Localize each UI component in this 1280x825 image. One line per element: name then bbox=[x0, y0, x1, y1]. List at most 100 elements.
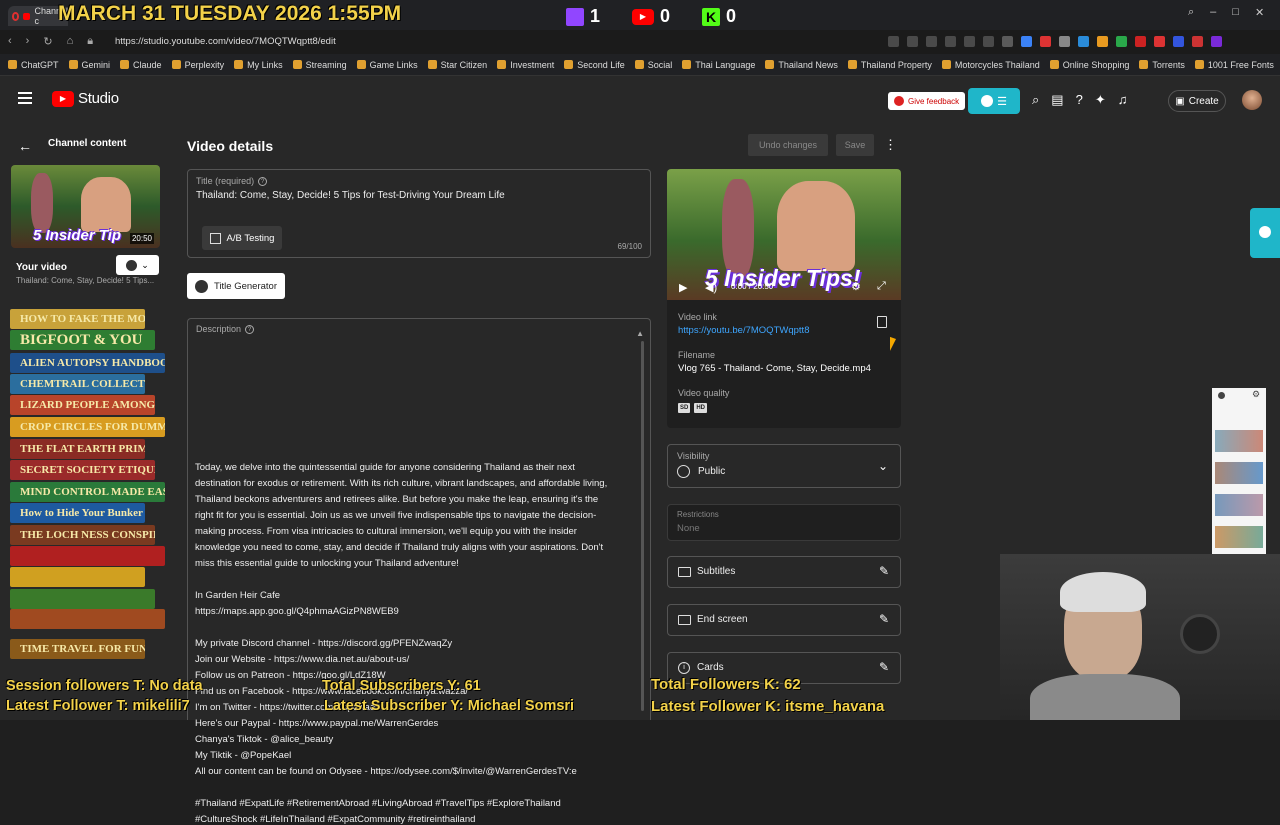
give-feedback-button[interactable]: Give feedback bbox=[888, 92, 966, 110]
extension-toggle-button[interactable]: ☰ bbox=[968, 88, 1020, 114]
sidebar-extension-dropdown[interactable]: ⌄ bbox=[116, 255, 159, 275]
bookmark-item[interactable]: Thailand Property bbox=[847, 60, 932, 70]
side-extension-tab[interactable] bbox=[1250, 208, 1280, 258]
bookmark-item[interactable]: My Links bbox=[234, 60, 283, 70]
bookmark-item[interactable]: Star Citizen bbox=[427, 59, 488, 70]
channel-content-label[interactable]: Channel content bbox=[48, 138, 126, 149]
bookmark-item[interactable]: Investment bbox=[497, 60, 554, 70]
fullscreen-icon[interactable]: ⤢ bbox=[877, 280, 886, 293]
maximize-icon[interactable]: □ bbox=[1232, 6, 1239, 19]
title-generator-button[interactable]: Title Generator bbox=[187, 273, 285, 299]
extension-icon[interactable] bbox=[1097, 36, 1108, 47]
bookmark-item[interactable]: Second Life bbox=[564, 60, 625, 70]
reload-icon[interactable]: ↻ bbox=[43, 35, 52, 48]
help-circle-icon[interactable]: ? bbox=[258, 176, 268, 186]
bookmark-item[interactable]: Claude bbox=[120, 60, 162, 70]
side-thumb[interactable] bbox=[1215, 430, 1263, 452]
bookmark-item[interactable]: Gemini bbox=[68, 60, 110, 70]
studio-logo[interactable]: ▶ Studio bbox=[52, 90, 119, 107]
close-icon[interactable]: ✕ bbox=[1255, 6, 1264, 19]
create-label: Create bbox=[1188, 95, 1219, 107]
extension-icon[interactable] bbox=[983, 36, 994, 47]
help-icon[interactable]: ? bbox=[1076, 92, 1083, 108]
extension-icon[interactable] bbox=[1116, 36, 1127, 47]
restrictions-value: None bbox=[677, 523, 700, 534]
description-label: Description ? bbox=[196, 324, 255, 334]
forward-nav-icon[interactable]: › bbox=[26, 35, 30, 48]
bookmark-item[interactable]: Perplexity bbox=[171, 60, 224, 70]
extension-icon[interactable] bbox=[1059, 36, 1070, 47]
extension-icon[interactable] bbox=[1154, 36, 1165, 47]
bookmark-icon bbox=[1194, 60, 1204, 69]
bookmark-item[interactable]: Thai Language bbox=[682, 60, 755, 70]
edit-pencil-icon[interactable]: ✎ bbox=[879, 660, 889, 674]
back-button[interactable]: ← bbox=[18, 138, 32, 154]
youtube-counter: ▶ 0 bbox=[632, 6, 670, 27]
extension-icon[interactable] bbox=[1135, 36, 1146, 47]
extension-icon[interactable] bbox=[888, 36, 899, 47]
bookmark-item[interactable]: Game Links bbox=[356, 60, 418, 70]
create-button[interactable]: ▣ Create bbox=[1168, 90, 1226, 112]
undo-changes-button[interactable]: Undo changes bbox=[748, 134, 828, 156]
edit-pencil-icon[interactable]: ✎ bbox=[879, 612, 889, 626]
video-link[interactable]: https://youtu.be/7MOQTWqptt8 bbox=[678, 325, 809, 336]
notifications-icon[interactable]: ♫ bbox=[1118, 92, 1128, 108]
bookmark-item[interactable]: Torrents bbox=[1139, 60, 1185, 70]
bookmark-item[interactable]: ChatGPT bbox=[8, 60, 59, 70]
extension-icon[interactable] bbox=[1002, 36, 1013, 47]
search-icon[interactable]: ⌕ bbox=[1032, 92, 1039, 108]
save-button[interactable]: Save bbox=[836, 134, 874, 156]
play-icon[interactable]: ▶ bbox=[679, 281, 687, 294]
settings-gear-icon[interactable]: ⚙ bbox=[1252, 389, 1260, 400]
extension-icon[interactable] bbox=[964, 36, 975, 47]
bookmark-item[interactable]: Thailand News bbox=[765, 60, 838, 70]
subtitles-icon bbox=[678, 567, 691, 577]
back-nav-icon[interactable]: ‹ bbox=[8, 35, 12, 48]
title-field[interactable]: Title (required) ? Thailand: Come, Stay,… bbox=[187, 169, 651, 258]
captions-icon[interactable]: ▤ bbox=[1051, 92, 1063, 108]
stream-datetime: MARCH 31 TUESDAY 2026 1:55PM bbox=[58, 2, 402, 25]
sparkle-icon[interactable]: ✦ bbox=[1095, 92, 1106, 108]
extension-icon[interactable] bbox=[1211, 36, 1222, 47]
extension-icon[interactable] bbox=[945, 36, 956, 47]
extension-icon[interactable] bbox=[1192, 36, 1203, 47]
side-thumb[interactable] bbox=[1215, 526, 1263, 548]
url-field[interactable]: https://studio.youtube.com/video/7MOQTWq… bbox=[115, 36, 336, 47]
more-options-icon[interactable]: ⋮ bbox=[884, 137, 897, 153]
description-scroll-up-icon[interactable]: ▲ bbox=[636, 329, 644, 338]
end-screen-row[interactable]: End screen ✎ bbox=[667, 604, 901, 636]
bookmark-item[interactable]: Motorcycles Thailand bbox=[941, 60, 1040, 70]
title-input[interactable]: Thailand: Come, Stay, Decide! 5 Tips for… bbox=[196, 190, 505, 201]
bookmark-icon bbox=[634, 60, 644, 69]
subtitles-row[interactable]: Subtitles ✎ bbox=[667, 556, 901, 588]
hamburger-menu-icon[interactable] bbox=[18, 92, 32, 104]
edit-pencil-icon[interactable]: ✎ bbox=[879, 564, 889, 578]
extension-icon[interactable] bbox=[1021, 36, 1032, 47]
bookmark-item[interactable]: Social bbox=[634, 60, 672, 70]
sidebar-thumbnail[interactable]: 5 Insider Tip 20:50 bbox=[11, 165, 160, 248]
side-thumb[interactable] bbox=[1215, 462, 1263, 484]
bookmark-item[interactable]: 1001 Free Fonts bbox=[1194, 60, 1274, 70]
minimize-icon[interactable]: – bbox=[1210, 6, 1216, 19]
video-preview[interactable]: 5 Insider Tips! ▶ ◀) 0:00 / 20:50 ⚙ ⤢ bbox=[667, 169, 901, 300]
extension-icon[interactable] bbox=[926, 36, 937, 47]
home-icon[interactable]: ⌂ bbox=[67, 35, 74, 48]
bookmark-item[interactable]: Streaming bbox=[292, 60, 347, 70]
bookmark-item[interactable]: Online Shopping bbox=[1049, 60, 1129, 70]
settings-gear-icon[interactable]: ⚙ bbox=[851, 280, 861, 293]
visibility-dropdown[interactable]: Visibility Public ⌄ bbox=[667, 444, 901, 488]
avatar[interactable] bbox=[1242, 90, 1262, 110]
ab-testing-button[interactable]: A/B Testing bbox=[202, 226, 282, 250]
help-circle-icon[interactable]: ? bbox=[245, 324, 255, 334]
browser-search-icon[interactable]: ⌕ bbox=[1188, 6, 1194, 19]
extension-icon[interactable] bbox=[1173, 36, 1184, 47]
side-thumb[interactable] bbox=[1215, 494, 1263, 516]
bookmark-label: Star Citizen bbox=[440, 59, 488, 70]
description-scrollbar[interactable] bbox=[641, 341, 644, 711]
volume-icon[interactable]: ◀) bbox=[705, 281, 717, 294]
extension-icon[interactable] bbox=[907, 36, 918, 47]
bookmark-icon bbox=[68, 60, 78, 69]
extension-icon[interactable] bbox=[1078, 36, 1089, 47]
extension-icon[interactable] bbox=[1040, 36, 1051, 47]
copy-link-icon[interactable] bbox=[877, 316, 887, 328]
